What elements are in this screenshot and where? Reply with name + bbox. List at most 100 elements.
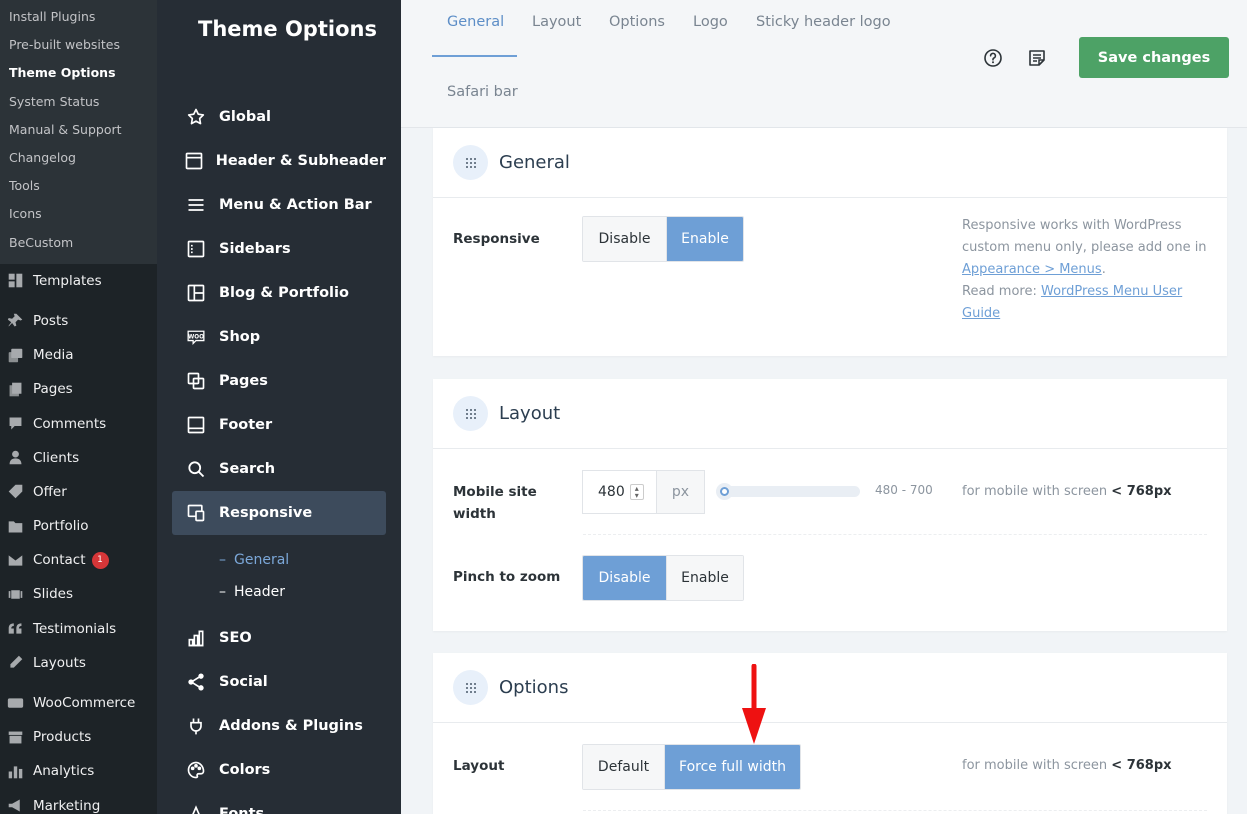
woo-icon: WOO [184,325,208,349]
tab-layout[interactable]: Layout [532,14,581,30]
wp-admin-sidebar: Install Plugins Pre-built websites Theme O… [0,0,157,814]
theme-options-item-label: Header & Subheader [215,153,386,169]
theme-options-item-seo[interactable]: SEO [172,616,386,660]
wp-menu-label: Clients [33,449,80,466]
theme-options-item-footer[interactable]: Footer [172,403,386,447]
wp-submenu-item[interactable]: Pre-built websites [0,32,157,60]
theme-options-item-colors[interactable]: Colors [172,748,386,792]
wp-menu-label: Marketing [33,797,101,814]
wp-menu-item[interactable]: Portfolio [0,509,157,543]
responsive-description: Responsive works with WordPress custom m… [962,215,1207,325]
wordpress-menu-guide-link[interactable]: WordPress Menu User [1041,284,1182,299]
top-bar: General Layout Options Logo Sticky heade… [401,0,1247,128]
mobile-width-value[interactable]: 480 ▴ ▾ [583,471,657,513]
theme-options-item-menu-action-bar[interactable]: Menu & Action Bar [172,183,386,227]
mobile-width-input[interactable]: 480 ▴ ▾ px [582,470,705,514]
wp-menu-item[interactable]: Analytics [0,754,157,788]
archive-icon [6,728,24,746]
wp-admin-menu: Templates Posts Media Pages Comments Clients O… [0,264,157,814]
tab-safari-bar[interactable]: Safari bar [447,84,518,100]
wp-submenu-item[interactable]: BeCustom [0,230,157,258]
theme-options-item-search[interactable]: Search [172,447,386,491]
wp-submenu-item[interactable]: System Status [0,89,157,117]
tab-logo[interactable]: Logo [693,14,728,30]
theme-options-item-global[interactable]: Global [172,95,386,139]
responsive-subitem[interactable]: – Header [172,576,386,608]
wp-menu-item[interactable]: Posts [0,304,157,338]
theme-options-item-sidebars[interactable]: Sidebars [172,227,386,271]
theme-options-item-pages[interactable]: Pages [172,359,386,403]
pinch-disable-button[interactable]: Disable [583,556,666,600]
mobile-width-slider[interactable] [716,483,860,500]
appearance-menus-link[interactable]: Appearance > Menus [962,262,1102,277]
description-line: custom menu only, please add one in [962,240,1207,255]
wp-menu-item[interactable]: Clients [0,441,157,475]
save-changes-button[interactable]: Save changes [1079,37,1229,78]
tab-options[interactable]: Options [609,14,665,30]
mobile-layout-description: for mobile with screen < 768px [962,758,1172,773]
wp-menu-label: Pages [33,381,73,398]
wp-menu-label: WooCommerce [33,695,136,712]
user-icon [6,449,24,467]
wp-menu-item[interactable]: Layouts [0,646,157,680]
help-icon[interactable] [981,46,1005,70]
wp-menu-item[interactable]: Marketing [0,789,157,814]
theme-options-item-shop[interactable]: WOO Shop [172,315,386,359]
responsive-toggle: Disable Enable [582,216,744,262]
layout-force-full-width-button[interactable]: Force full width [664,745,800,789]
comments-icon [6,415,24,433]
wp-submenu-item[interactable]: Theme Options [0,60,157,88]
theme-options-item-addons-plugins[interactable]: Addons & Plugins [172,704,386,748]
share-icon [184,670,208,694]
wp-submenu-item[interactable]: Install Plugins [0,4,157,32]
wp-menu-item[interactable]: Offer [0,475,157,509]
layout-default-button[interactable]: Default [583,745,664,789]
menu-icon [184,193,208,217]
quote-icon [6,620,24,638]
theme-options-item-social[interactable]: Social [172,660,386,704]
pinch-enable-button[interactable]: Enable [666,556,743,600]
wp-menu-item[interactable]: Media [0,338,157,372]
wp-menu-item[interactable]: Slides [0,577,157,611]
responsive-disable-button[interactable]: Disable [583,217,666,261]
wp-submenu-item[interactable]: Tools [0,173,157,201]
wp-menu-item[interactable]: Comments [0,406,157,440]
theme-options-item-blog-portfolio[interactable]: Blog & Portfolio [172,271,386,315]
wp-menu-item[interactable]: Templates [0,264,157,298]
drag-grip-icon [453,145,488,180]
wp-menu-item[interactable]: Testimonials [0,612,157,646]
search-icon [184,457,208,481]
sidebar-icon [184,237,208,261]
theme-options-item-responsive[interactable]: Responsive [172,491,386,535]
responsive-enable-button[interactable]: Enable [666,217,743,261]
wp-menu-label: Contact [33,552,86,569]
wp-submenu-item[interactable]: Manual & Support [0,117,157,145]
tab-general[interactable]: General [447,14,504,30]
wp-menu-item[interactable]: Pages [0,372,157,406]
woo-icon [6,694,24,712]
unit-label: px [656,471,704,513]
row-divider [583,810,1207,811]
wp-submenu-item[interactable]: Icons [0,201,157,229]
slider-handle[interactable] [716,483,733,500]
wp-menu-item[interactable]: WooCommerce [0,686,157,720]
wp-submenu: Install Plugins Pre-built websites Theme O… [0,0,157,264]
dash-marker: – [219,552,226,568]
tag-icon [6,483,24,501]
theme-options-item-header-subheader[interactable]: Header & Subheader [172,139,386,183]
layout-section-card: Layout Mobile site width 480 ▴ ▾ px 480 -… [433,379,1227,631]
general-section-card: General Responsive Disable Enable Respon… [433,128,1227,356]
mobile-layout-row: Layout Default Force full width for mobi… [433,723,1227,813]
wordpress-menu-guide-link-cont[interactable]: Guide [962,306,1000,321]
notes-icon[interactable] [1025,46,1049,70]
wp-menu-item[interactable]: Products [0,720,157,754]
pinch-zoom-toggle: Disable Enable [582,555,744,601]
number-spinner-icon[interactable]: ▴ ▾ [629,484,644,500]
general-section-header: General [433,128,1227,198]
theme-options-item-fonts[interactable]: Fonts [172,792,386,814]
responsive-subitem[interactable]: – General [172,544,386,576]
tab-sticky-header-logo[interactable]: Sticky header logo [756,14,891,30]
wp-menu-item[interactable]: Contact 1 [0,543,157,577]
wp-submenu-item[interactable]: Changelog [0,145,157,173]
theme-options-item-label: Footer [219,417,273,433]
